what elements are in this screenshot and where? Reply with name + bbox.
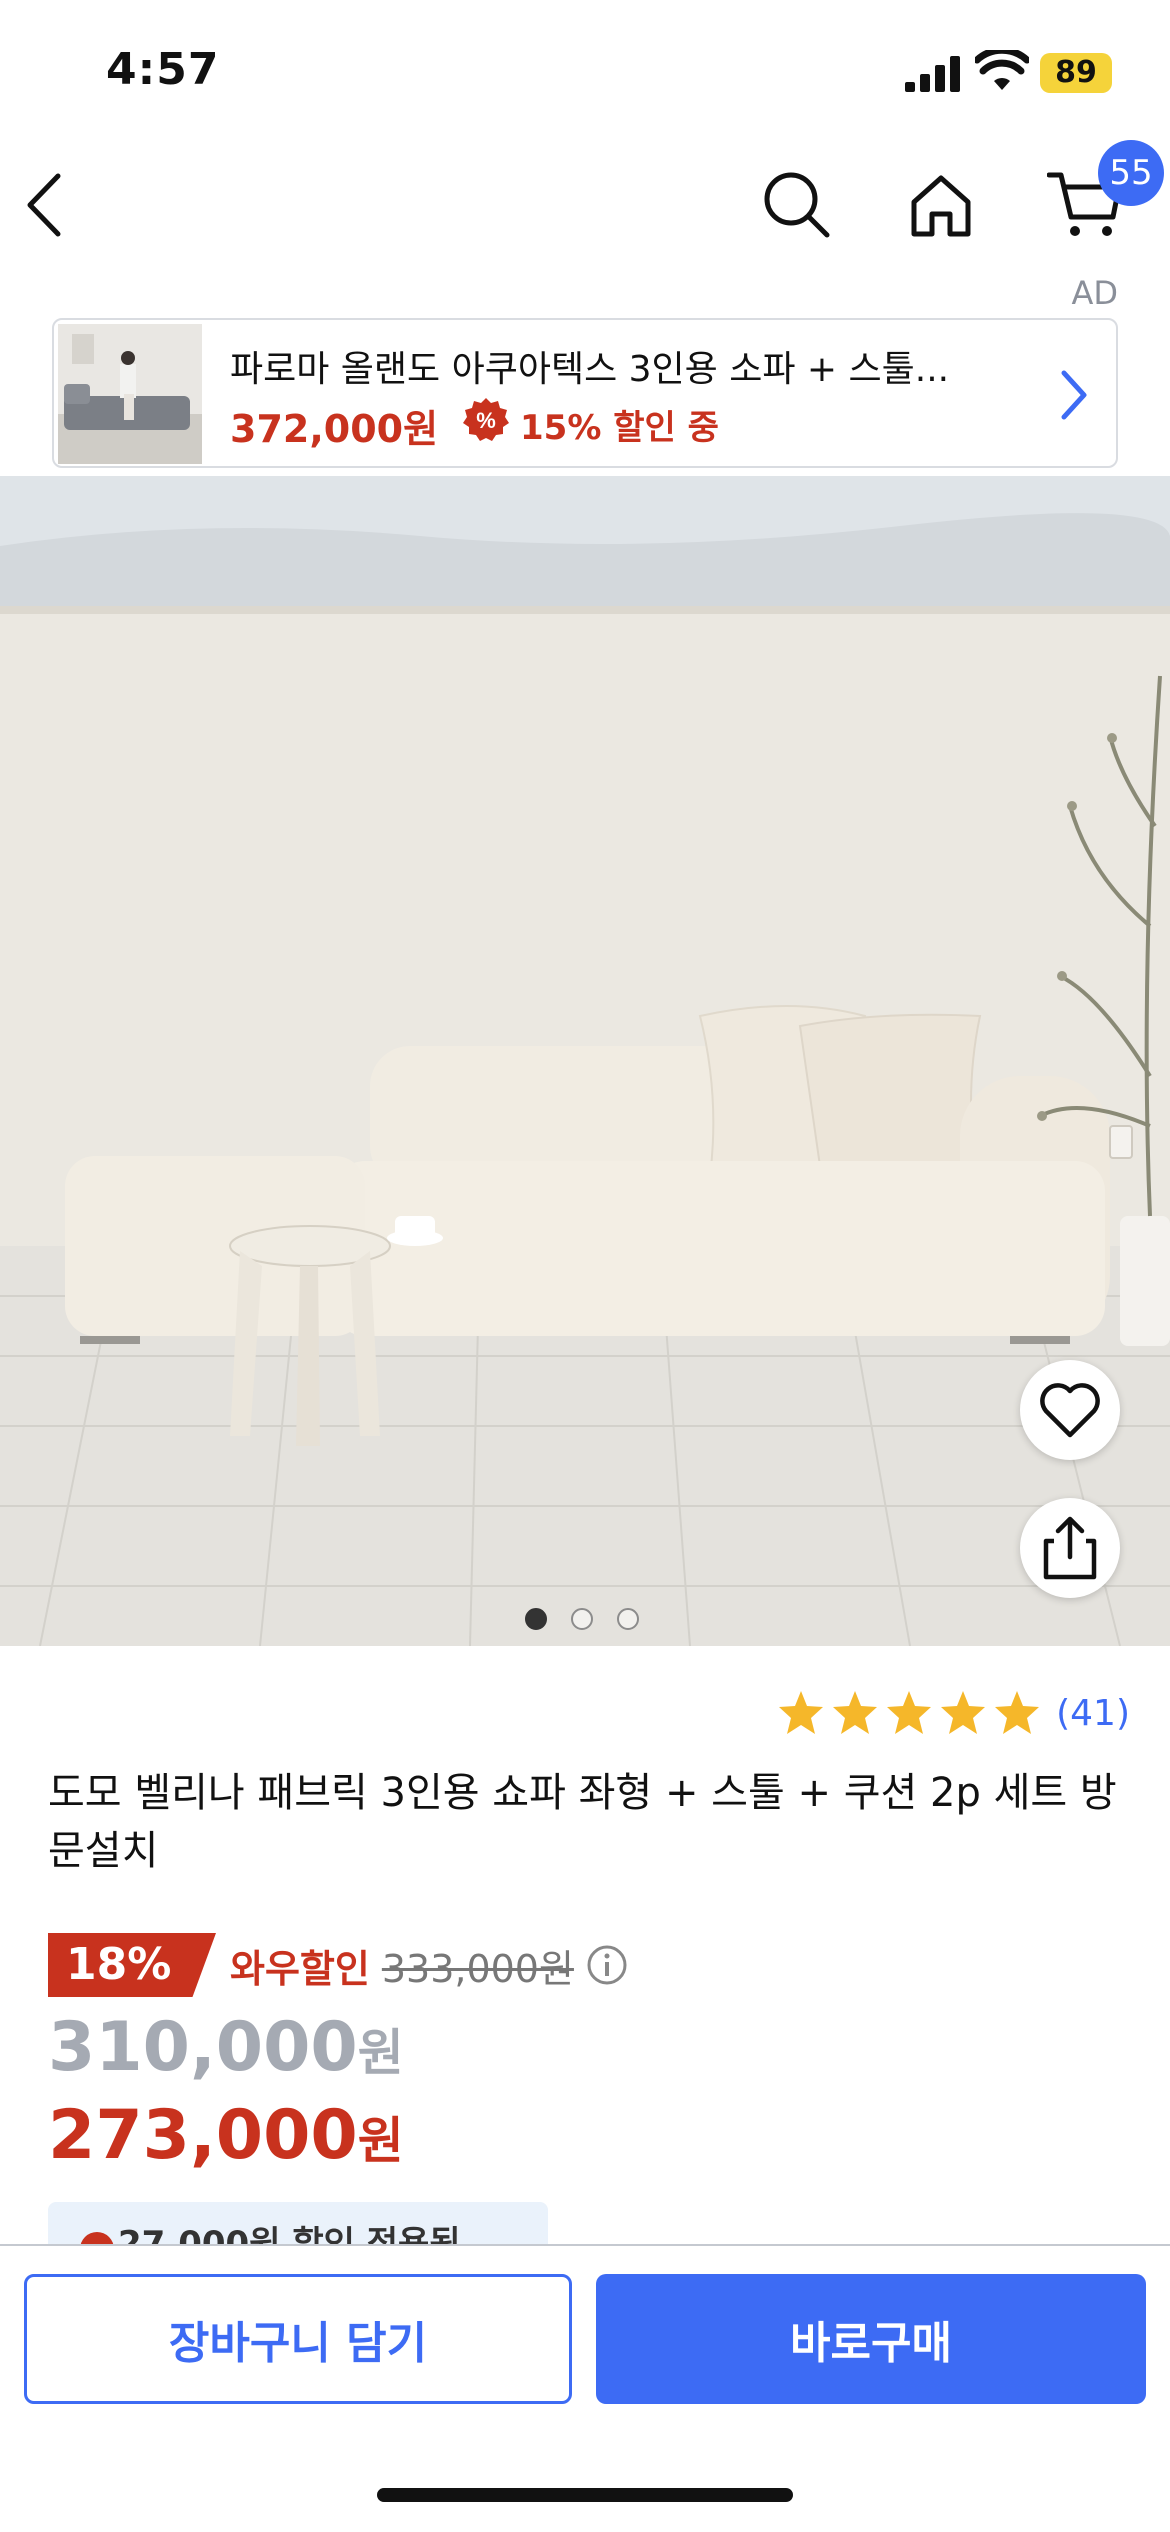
nav-bar	[0, 150, 1170, 270]
share-icon	[1043, 1516, 1097, 1580]
carousel-dot[interactable]	[525, 1608, 547, 1630]
product-rating[interactable]: (41)	[772, 1688, 1130, 1738]
signal-icon	[905, 56, 960, 92]
carousel-dot[interactable]	[617, 1608, 639, 1630]
discount-percent-badge: 18%	[48, 1933, 216, 1997]
chevron-right-icon	[1061, 370, 1087, 420]
status-bar: 4:57 89	[0, 0, 1170, 140]
final-price-number: 273,000	[48, 2096, 358, 2175]
cart-count-badge: 55	[1098, 140, 1164, 206]
favorite-button[interactable]	[1020, 1360, 1120, 1460]
discount-badge-icon: %	[463, 398, 509, 441]
original-price: 333,000원	[381, 1946, 574, 1991]
final-price-unit: 원	[357, 2112, 404, 2170]
back-icon	[27, 173, 61, 237]
star-icon	[887, 1691, 932, 1734]
product-title: 도모 벨리나 패브릭 3인용 쇼파 좌형 + 스툴 + 쿠션 2p 세트 방문설…	[48, 1770, 1117, 1874]
add-to-cart-button[interactable]: 장바구니 담기	[24, 2274, 572, 2404]
star-icon	[779, 1691, 824, 1734]
search-button[interactable]	[752, 150, 842, 260]
ad-banner[interactable]: 파로마 올랜도 아쿠아텍스 3인용 소파 + 스툴... 372,000원 % …	[52, 318, 1118, 468]
heart-icon	[1040, 1383, 1100, 1438]
ad-title: 파로마 올랜도 아쿠아텍스 3인용 소파 + 스툴...	[230, 349, 950, 390]
ad-discount: 15% 할인 중	[520, 408, 719, 448]
search-icon	[764, 172, 830, 238]
sale-price-number: 310,000	[48, 2008, 358, 2087]
ad-label: AD	[1071, 274, 1118, 312]
rating-count[interactable]: (41)	[1056, 1693, 1130, 1734]
home-icon	[911, 175, 971, 237]
home-indicator	[377, 2488, 793, 2502]
back-button[interactable]	[0, 150, 90, 260]
star-icon	[995, 1691, 1040, 1734]
svg-text:%: %	[476, 408, 496, 433]
home-button[interactable]	[896, 150, 986, 260]
sale-price-unit: 원	[357, 2024, 404, 2082]
ad-price: 372,000원	[230, 407, 439, 451]
sale-price: 310,000원	[48, 2008, 404, 2087]
wow-discount-label: 와우할인	[230, 1946, 370, 1991]
star-icon	[833, 1691, 878, 1734]
battery-indicator: 89	[1040, 53, 1112, 93]
product-image[interactable]	[0, 476, 1170, 1646]
info-icon[interactable]	[586, 1944, 628, 1986]
status-time: 4:57	[106, 44, 220, 95]
share-button[interactable]	[1020, 1498, 1120, 1598]
final-price: 273,000원	[48, 2096, 404, 2175]
carousel-dot[interactable]	[571, 1608, 593, 1630]
buy-now-button[interactable]: 바로구매	[596, 2274, 1146, 2404]
discount-row: 18% 와우할인 333,000원	[48, 1930, 628, 2000]
wifi-icon	[975, 50, 1029, 90]
ad-thumbnail	[58, 324, 202, 464]
star-icon	[941, 1691, 986, 1734]
carousel-indicator	[525, 1608, 639, 1630]
